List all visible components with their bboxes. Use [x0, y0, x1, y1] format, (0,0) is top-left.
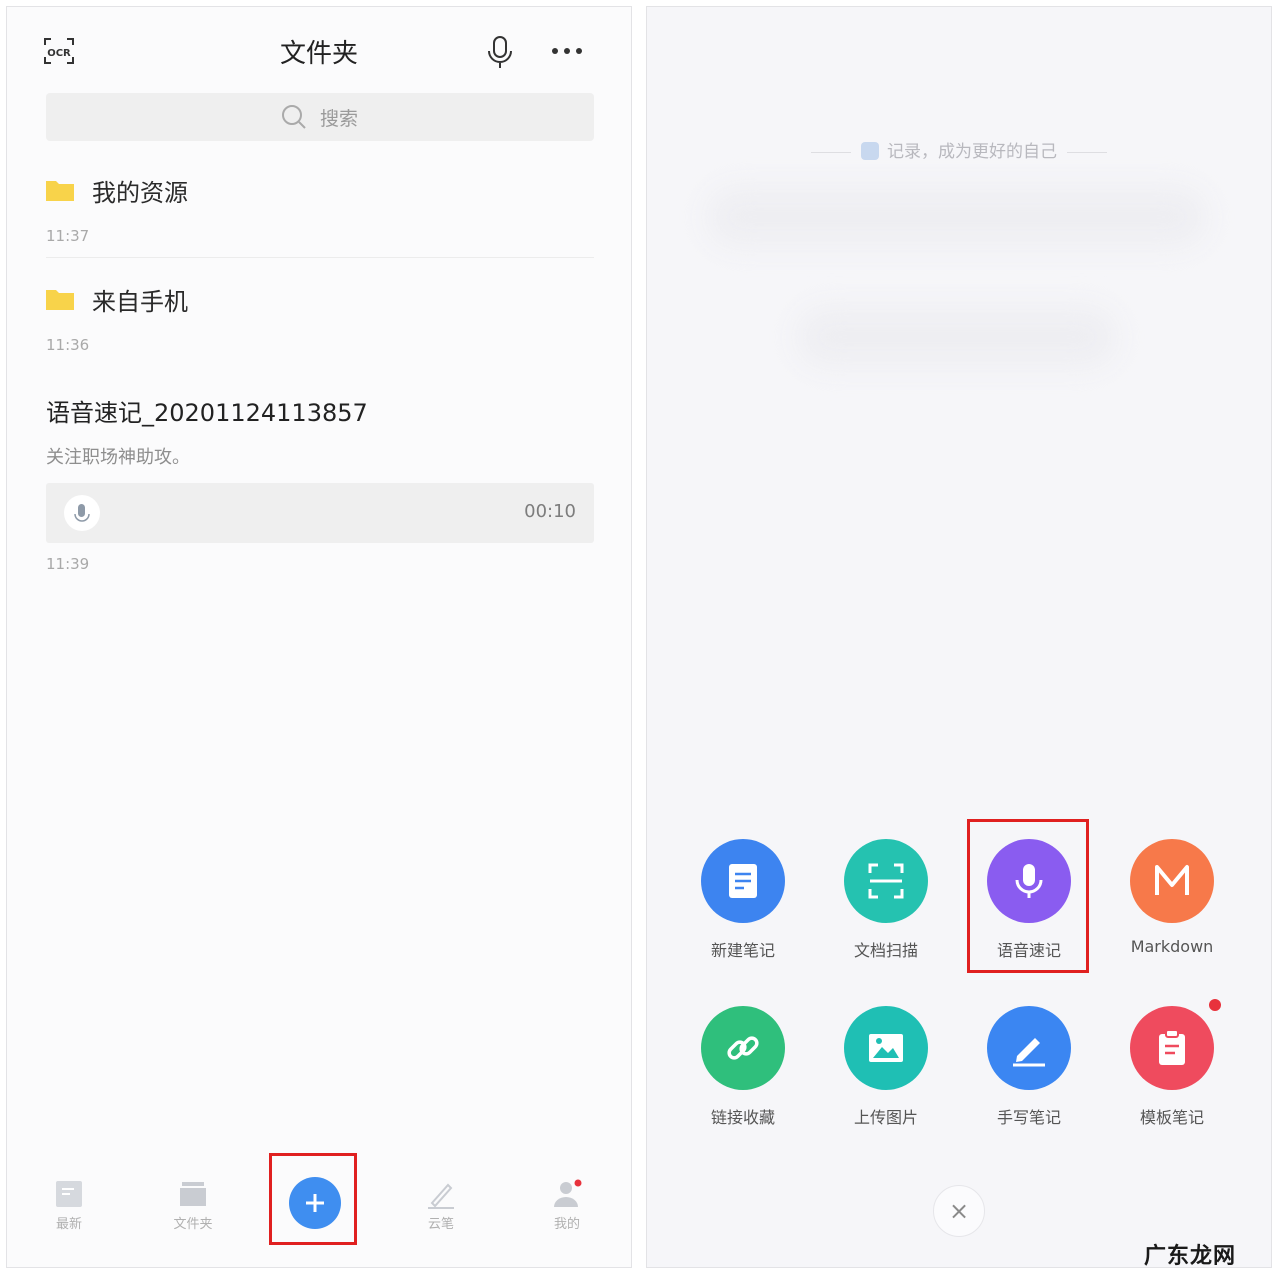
action-circle	[701, 839, 785, 923]
pencil-icon	[1013, 1038, 1045, 1067]
audio-duration: 00:10	[524, 501, 576, 522]
action-label: Markdown	[1130, 937, 1214, 956]
tab-label: 最新	[55, 1217, 82, 1232]
recent-icon	[56, 1181, 82, 1207]
tab-folder[interactable]: 文件夹	[153, 1179, 233, 1232]
action-label: 手写笔记	[996, 1108, 1061, 1127]
audio-attachment[interactable]: 00:10	[46, 483, 594, 543]
clipboard-icon	[1159, 1029, 1185, 1065]
tab-label: 文件夹	[173, 1217, 213, 1232]
tab-me[interactable]: 我的	[527, 1179, 607, 1232]
tab-cloud-pen[interactable]: 云笔	[401, 1179, 481, 1232]
tab-recent[interactable]: 最新	[29, 1179, 109, 1232]
doc-scan-button[interactable]: 文档扫描	[816, 839, 956, 961]
create-menu-screen: 记录，成为更好的自己 新建笔记 文档扫描 语音速记 Markdown 链接收藏 …	[646, 6, 1272, 1268]
folder-name: 来自手机	[92, 288, 188, 316]
top-bar: OCR 文件夹	[7, 7, 631, 93]
blurred-background	[707, 187, 1207, 247]
folder-time: 11:36	[46, 336, 90, 354]
handwriting-button[interactable]: 手写笔记	[959, 1006, 1099, 1128]
slogan: 记录，成为更好的自己	[647, 137, 1271, 162]
action-circle	[844, 1006, 928, 1090]
action-circle	[1130, 1006, 1214, 1090]
pen-icon	[428, 1183, 454, 1209]
folder-name: 我的资源	[92, 179, 188, 207]
action-circle	[844, 839, 928, 923]
search-bar[interactable]: 搜索	[46, 93, 594, 141]
link-icon	[727, 1036, 759, 1060]
markdown-button[interactable]: Markdown	[1102, 839, 1242, 956]
action-label: 文档扫描	[853, 941, 918, 960]
highlight-frame	[967, 819, 1089, 973]
folder-icon	[180, 1182, 206, 1206]
divider	[46, 257, 594, 258]
slogan-text: 记录，成为更好的自己	[887, 142, 1057, 162]
user-icon	[554, 1179, 582, 1207]
note-title[interactable]: 语音速记_20201124113857	[46, 393, 368, 428]
folder-time: 11:37	[46, 227, 90, 245]
note-preview: 关注职场神助攻。	[46, 447, 190, 468]
folder-icon	[46, 181, 74, 201]
divider	[1067, 151, 1107, 153]
add-button[interactable]	[289, 1177, 341, 1229]
search-icon	[282, 105, 306, 129]
microphone-icon[interactable]	[485, 33, 515, 73]
divider	[811, 151, 851, 153]
markdown-icon	[1155, 865, 1189, 895]
action-label: 模板笔记	[1139, 1108, 1204, 1127]
note-icon	[729, 864, 757, 898]
voice-icon	[64, 495, 100, 531]
tab-label: 我的	[553, 1217, 580, 1232]
folder-screen: OCR 文件夹 搜索 我的资源 11:37 来自手机 11:36 语音速记_20…	[6, 6, 632, 1268]
blurred-background	[797, 307, 1117, 367]
scan-icon	[868, 863, 904, 899]
action-label: 新建笔记	[710, 941, 775, 960]
page-title: 文件夹	[279, 39, 358, 69]
action-circle	[1130, 839, 1214, 923]
plus-icon	[306, 1194, 324, 1212]
note-time: 11:39	[46, 555, 90, 573]
notification-dot	[1209, 999, 1221, 1011]
action-label: 上传图片	[853, 1108, 918, 1127]
template-note-button[interactable]: 模板笔记	[1102, 1006, 1242, 1128]
link-save-button[interactable]: 链接收藏	[673, 1006, 813, 1128]
watermark: 广东龙网	[1144, 1244, 1237, 1269]
folder-icon	[46, 290, 74, 310]
action-circle	[987, 1006, 1071, 1090]
image-icon	[869, 1034, 903, 1062]
new-note-button[interactable]: 新建笔记	[673, 839, 813, 961]
action-circle	[701, 1006, 785, 1090]
more-horizontal-icon[interactable]	[547, 41, 587, 61]
tab-label: 云笔	[427, 1217, 454, 1232]
note-icon	[861, 142, 879, 160]
search-placeholder: 搜索	[320, 108, 359, 130]
upload-image-button[interactable]: 上传图片	[816, 1006, 956, 1128]
close-button[interactable]: ×	[933, 1185, 985, 1237]
action-label: 链接收藏	[710, 1108, 775, 1127]
